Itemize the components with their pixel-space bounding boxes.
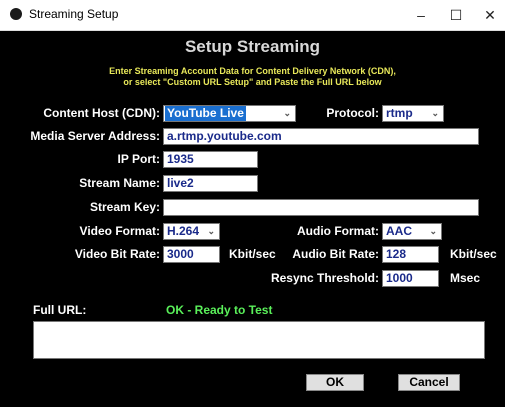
stream-name-input[interactable]: live2 [163, 175, 258, 192]
resync-threshold-label: Resync Threshold: [270, 271, 379, 285]
ok-button[interactable]: OK [306, 374, 364, 391]
protocol-value: rtmp [386, 106, 413, 120]
chevron-down-icon: ⌄ [429, 226, 437, 236]
chevron-down-icon: ⌄ [431, 108, 439, 118]
video-format-label: Video Format: [79, 224, 160, 238]
status-text: OK - Ready to Test [166, 303, 273, 317]
streaming-setup-window: Streaming Setup – ☐ ✕ Setup Streaming En… [0, 0, 505, 407]
video-bitrate-unit: Kbit/sec [229, 247, 276, 261]
content-host-value: YouTube Live [165, 106, 246, 121]
close-button[interactable]: ✕ [476, 4, 504, 26]
audio-bitrate-label: Audio Bit Rate: [292, 247, 379, 261]
full-url-label: Full URL: [33, 303, 87, 317]
content-host-select[interactable]: YouTube Live ⌄ [163, 105, 296, 122]
chevron-down-icon: ⌄ [283, 108, 291, 118]
video-format-select[interactable]: H.264 ⌄ [163, 223, 220, 240]
video-format-value: H.264 [167, 224, 200, 238]
resync-threshold-input[interactable]: 1000 [382, 270, 439, 287]
instruction-line-1: Enter Streaming Account Data for Content… [109, 66, 396, 76]
audio-format-label: Audio Format: [297, 224, 379, 238]
video-bitrate-label: Video Bit Rate: [74, 247, 160, 261]
media-server-input[interactable]: a.rtmp.youtube.com [163, 128, 479, 145]
content-host-label: Content Host (CDN): [43, 106, 160, 120]
instruction-line-2: or select "Custom URL Setup" and Paste t… [123, 77, 382, 87]
audio-bitrate-input[interactable]: 128 [382, 246, 439, 263]
stream-key-input[interactable] [163, 199, 479, 216]
maximize-button[interactable]: ☐ [442, 4, 470, 26]
page-title: Setup Streaming [184, 37, 321, 56]
protocol-select[interactable]: rtmp ⌄ [382, 105, 444, 122]
title-bar: Streaming Setup – ☐ ✕ [0, 0, 505, 31]
cancel-button[interactable]: Cancel [398, 374, 460, 391]
media-server-label: Media Server Address: [30, 129, 160, 143]
window-title: Streaming Setup [29, 7, 119, 21]
ip-port-label: IP Port: [117, 152, 160, 166]
audio-format-select[interactable]: AAC ⌄ [382, 223, 442, 240]
chevron-down-icon: ⌄ [207, 226, 215, 236]
video-bitrate-input[interactable]: 3000 [163, 246, 220, 263]
minimize-button[interactable]: – [407, 4, 435, 26]
protocol-label: Protocol: [326, 106, 379, 120]
app-icon [10, 8, 22, 20]
audio-bitrate-unit: Kbit/sec [450, 247, 497, 261]
stream-key-label: Stream Key: [89, 200, 160, 214]
audio-format-value: AAC [386, 224, 412, 238]
full-url-input[interactable] [33, 321, 485, 359]
ip-port-input[interactable]: 1935 [163, 151, 258, 168]
resync-threshold-unit: Msec [450, 271, 481, 285]
stream-name-label: Stream Name: [79, 176, 160, 190]
